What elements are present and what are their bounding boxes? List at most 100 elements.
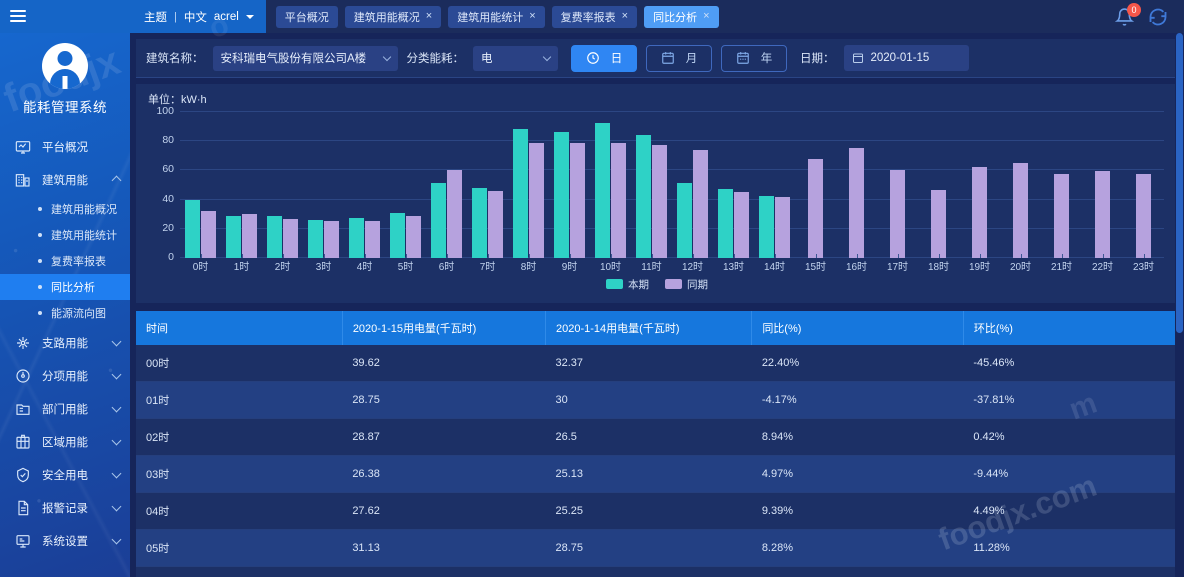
bar-group[interactable] [631,112,672,258]
sidebar-subitem-label: 建筑用能统计 [51,227,117,243]
table-cell: 51.63 [342,567,545,577]
sidebar-item-5[interactable]: 区域用能 [0,425,130,458]
table-header-cell: 2020-1-15用电量(千瓦时) [342,311,545,345]
sidebar-item-2[interactable]: 支路用能 [0,326,130,359]
grid-building-icon [15,434,31,450]
table-cell: 8.28% [752,530,964,567]
user-label[interactable]: acrel [214,11,239,23]
bar-group[interactable] [836,112,877,258]
bar-本期 [677,183,692,258]
tab-item[interactable]: 复费率报表× [552,6,637,28]
sidebar-item-0[interactable]: 平台概况 [0,130,130,163]
table-cell: 4.97% [752,456,964,493]
bar-group[interactable] [918,112,959,258]
legend-item[interactable]: 同期 [665,277,708,292]
vertical-scrollbar[interactable] [1175,33,1184,577]
sidebar-subitem-1[interactable]: 建筑用能统计 [0,222,130,248]
chevron-down-icon[interactable] [112,435,122,445]
chart-x-axis: 0时1时2时3时4时5时6时7时8时9时10时11时12时13时14时15时16… [180,258,1164,274]
bar-group[interactable] [713,112,754,258]
bar-group[interactable] [754,112,795,258]
bar-group[interactable] [385,112,426,258]
notification-bell-button[interactable]: 0 [1115,7,1134,27]
bar-group[interactable] [795,112,836,258]
bar-group[interactable] [590,112,631,258]
table-row[interactable]: 03时26.3825.134.97%-9.44% [136,456,1178,493]
table-row[interactable]: 05时31.1328.758.28%11.28% [136,530,1178,567]
chevron-down-icon[interactable] [112,402,122,412]
bar-group[interactable] [877,112,918,258]
table-cell: 25.13 [546,456,752,493]
menu-toggle-area[interactable] [0,0,130,33]
scrollbar-thumb[interactable] [1176,33,1183,333]
close-icon[interactable]: × [703,11,709,22]
bar-group[interactable] [549,112,590,258]
language-label[interactable]: 中文 [184,9,207,25]
bar-本期 [513,129,528,258]
bar-group[interactable] [959,112,1000,258]
chevron-down-icon[interactable] [112,501,122,511]
close-icon[interactable]: × [622,11,628,22]
table-cell: 39.62 [342,345,545,382]
theme-label[interactable]: 主题 [144,9,167,25]
bar-group[interactable] [1082,112,1123,258]
chevron-down-icon[interactable] [112,369,122,379]
legend-item[interactable]: 本期 [606,277,649,292]
bullet-icon [38,207,42,211]
table-row[interactable]: 04时27.6225.259.39%4.49% [136,493,1178,530]
chevron-down-icon[interactable] [112,336,122,346]
close-icon[interactable]: × [529,11,535,22]
period-segment-年[interactable]: 年 [721,45,787,72]
tab-item[interactable]: 同比分析× [644,6,718,28]
sidebar-subitem-0[interactable]: 建筑用能概况 [0,196,130,222]
bar-group[interactable] [303,112,344,258]
sidebar-item-6[interactable]: 安全用电 [0,458,130,491]
date-picker[interactable]: 2020-01-15 [844,45,969,71]
sidebar-item-7[interactable]: 报警记录 [0,491,130,524]
bar-group[interactable] [1123,112,1164,258]
table-row[interactable]: 01时28.7530-4.17%-37.81% [136,382,1178,419]
sidebar-item-1[interactable]: 建筑用能 [0,163,130,196]
close-icon[interactable]: × [426,11,432,22]
sidebar-item-8[interactable]: 系统设置 [0,524,130,557]
bar-group[interactable] [1000,112,1041,258]
tab-item[interactable]: 平台概况 [276,6,338,28]
chevron-up-icon[interactable] [112,176,122,186]
table-row[interactable]: 00时39.6232.3722.40%-45.46% [136,345,1178,382]
x-axis-tick: 21时 [1041,258,1082,274]
sidebar-subitem-4[interactable]: 能源流向图 [0,300,130,326]
bullet-icon [38,233,42,237]
hamburger-icon[interactable] [10,10,26,23]
tab-item[interactable]: 建筑用能概况× [345,6,441,28]
chevron-down-icon[interactable] [246,15,254,19]
table-row[interactable]: 02时28.8726.58.94%0.42% [136,419,1178,456]
bar-group[interactable] [344,112,385,258]
tab-item[interactable]: 建筑用能统计× [448,6,544,28]
bar-group[interactable] [180,112,221,258]
sidebar-subitem-2[interactable]: 复费率报表 [0,248,130,274]
sidebar-subitem-3[interactable]: 同比分析 [0,274,130,300]
period-segment-月[interactable]: 月 [646,45,712,72]
chevron-down-icon[interactable] [112,534,122,544]
building-select[interactable]: 安科瑞电气股份有限公司A楼 [213,46,398,71]
bar-group[interactable] [508,112,549,258]
bar-group[interactable] [262,112,303,258]
bar-group[interactable] [672,112,713,258]
x-axis-tick: 5时 [385,258,426,274]
table-cell: 8.94% [752,419,964,456]
refresh-icon[interactable] [1148,7,1168,27]
sidebar-item-3[interactable]: 分项用能 [0,359,130,392]
table-cell: 27.62 [342,493,545,530]
bar-group[interactable] [467,112,508,258]
energy-type-select[interactable]: 电 [473,46,558,71]
table-cell: 04时 [136,493,342,530]
sidebar-item-4[interactable]: 部门用能 [0,392,130,425]
comparison-table: 时间2020-1-15用电量(千瓦时)2020-1-14用电量(千瓦时)同比(%… [136,311,1178,577]
period-segment-日[interactable]: 日 [571,45,637,72]
table-row[interactable]: 06时51.6360-13.95%39.71% [136,567,1178,577]
bar-group[interactable] [426,112,467,258]
chevron-down-icon[interactable] [112,468,122,478]
bar-同期 [890,170,905,258]
bar-group[interactable] [1041,112,1082,258]
bar-group[interactable] [221,112,262,258]
